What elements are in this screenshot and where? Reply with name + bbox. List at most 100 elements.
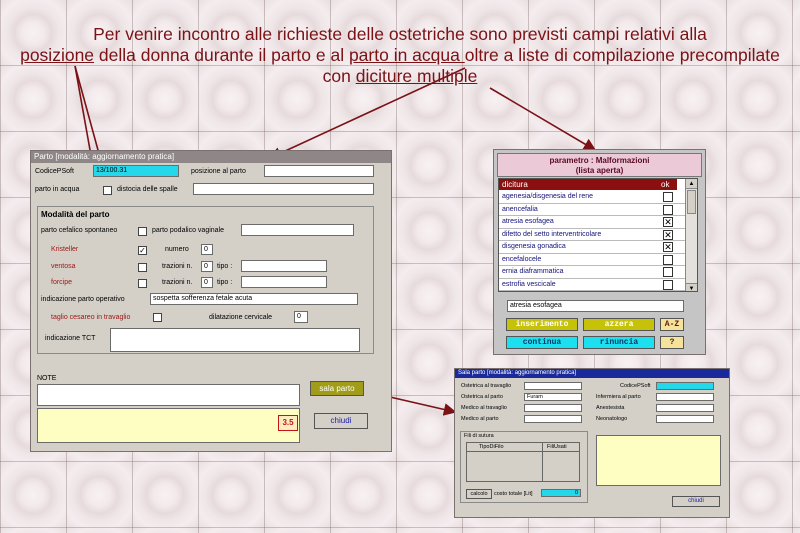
medico-travaglio-field[interactable] [524,404,582,412]
sala-notes-area[interactable] [596,435,721,486]
list-box[interactable]: dicitura ok ▲ ▼ agenesia/disgenesia del … [498,178,698,292]
list-item[interactable]: difetto del setto interventricolare ✕ [499,229,685,241]
costo-field[interactable]: 0 [541,489,581,497]
ventosa-checkbox[interactable] [138,263,147,272]
posizione-field[interactable] [264,165,374,177]
inserimento-button[interactable]: inserimento [506,318,578,331]
sala-parto-window: Sala parto [modalità: aggiornamento prat… [454,368,730,518]
fili-group: Fili di sutura TipoDiFilo FiliUsati calc… [460,431,588,503]
col-fili-usati: FiliUsati [547,444,567,450]
parto-window-title: Parto [modalità: aggiornamento pratica] [31,151,391,163]
codice-field[interactable]: 13/100.31 [93,165,179,177]
posizione-label: posizione al parto [191,168,246,175]
note-label: NOTE [37,375,57,382]
kristeller-label: Kristeller [51,246,79,253]
tct-field[interactable] [110,328,360,352]
forcipe-tipo-field[interactable] [241,276,327,288]
modalita-title: Modalità del parto [41,210,110,219]
forcipe-trazioni-label: trazioni n. [162,279,193,286]
az-sort-button[interactable]: A-Z [660,318,684,331]
selected-field[interactable]: atresia esofagea [507,300,684,312]
rinuncia-button[interactable]: rinuncia [583,336,655,349]
list-item[interactable]: agenesia/disgenesia del rene [499,191,685,204]
dilatazione-field[interactable]: 0 [294,311,308,323]
list-scrollbar[interactable]: ▲ ▼ [685,179,697,291]
forcipe-trazioni-field[interactable]: 0 [201,277,213,288]
azzera-button[interactable]: azzera [583,318,655,331]
ventosa-trazioni-label: trazioni n. [162,263,193,270]
forcipe-checkbox[interactable] [138,279,147,288]
parto-window: Parto [modalità: aggiornamento pratica] … [30,150,392,452]
dilatazione-label: dilatazione cervicale [209,314,273,321]
numero-field[interactable]: 0 [201,244,213,255]
neonatologo-label: Neonatologo [596,416,628,422]
ventosa-tipo-label: tipo : [217,263,233,270]
medico-parto-label: Medico al parto [461,416,499,422]
col-dicitura: dicitura [502,180,528,189]
sala-chiudi-button[interactable]: chiudi [672,496,720,507]
list-item-ok-checkbox[interactable] [663,267,673,277]
fili-label: Fili di sutura [464,433,494,439]
podalico-label: parto podalico vaginale [152,227,224,234]
list-item[interactable]: disgenesia gonadica ✕ [499,241,685,254]
list-item[interactable]: estrofia vescicale [499,279,685,291]
list-item-ok-checkbox[interactable] [663,192,673,202]
list-item-ok-checkbox[interactable]: ✕ [663,242,673,252]
list-item[interactable]: anencefalia [499,204,685,216]
list-header: dicitura ok [499,179,677,190]
ostetrica-parto-field[interactable]: Furam [524,393,582,401]
sala-parto-button[interactable]: sala parto [310,381,364,396]
cesareo-label: taglio cesareo in travaglio [51,314,131,321]
podalico-field[interactable] [241,224,354,236]
sala-codice-field[interactable] [656,382,714,390]
ventosa-trazioni-field[interactable]: 0 [201,261,213,272]
continua-button[interactable]: continua [506,336,578,349]
help-button[interactable]: ? [660,336,684,349]
codice-label: CodicePSoft [35,168,74,175]
anestesista-field[interactable] [656,404,714,412]
operativo-field[interactable]: sospetta sofferenza fetale acuta [150,293,358,305]
scroll-down-icon[interactable]: ▼ [686,283,697,291]
distocia-label: distocia delle spalle [117,186,178,193]
list-item[interactable]: ernia diaframmatica [499,266,685,279]
list-item-label: estrofia vescicale [502,280,556,288]
modalita-group: Modalità del parto parto cefalico sponta… [37,206,374,354]
chiudi-button[interactable]: chiudi [314,413,368,429]
cefalico-checkbox[interactable] [138,227,147,236]
neonatologo-field[interactable] [656,415,714,423]
list-item-ok-checkbox[interactable]: ✕ [663,229,673,240]
malformazioni-window: parametro : Malformazioni (lista aperta)… [493,149,706,355]
ventosa-label: ventosa [51,263,76,270]
scroll-thumb[interactable] [687,190,696,214]
medico-travaglio-label: Medico al travaglio [461,405,507,411]
kristeller-checkbox[interactable]: ✓ [138,246,147,255]
acqua-label: parto in acqua [35,186,80,193]
acqua-checkbox[interactable] [103,186,112,195]
cesareo-checkbox[interactable] [153,313,162,322]
list-item[interactable]: encefalocele [499,254,685,266]
ventosa-tipo-field[interactable] [241,260,327,272]
anestesista-label: Anestesista [596,405,625,411]
list-item-ok-checkbox[interactable] [663,254,673,265]
fili-table[interactable]: TipoDiFilo FiliUsati [466,442,580,482]
list-item-ok-checkbox[interactable]: ✕ [663,217,673,227]
list-title: parametro : Malformazioni (lista aperta) [497,153,702,177]
forcipe-label: forcipe [51,279,73,286]
note-field[interactable] [37,384,300,406]
travaglio-field[interactable] [524,382,582,390]
list-item-label: ernia diaframmatica [502,268,564,275]
operativo-label: indicazione parto operativo [41,296,125,303]
list-item-label: anencefalia [502,205,538,213]
distocia-field[interactable] [193,183,374,195]
infermiera-field[interactable] [656,393,714,401]
calcolo-button[interactable]: calcolo [466,489,492,499]
list-item[interactable]: atresia esofagea ✕ [499,216,685,229]
ostetrica-parto-label: Ostetrica al parto [461,394,503,400]
list-item-ok-checkbox[interactable] [663,204,673,215]
list-item-label: agenesia/disgenesia del rene [502,193,594,200]
scroll-up-icon[interactable]: ▲ [686,179,697,189]
medico-parto-field[interactable] [524,415,582,423]
badge-3-5: 3.5 [278,415,298,431]
note-area[interactable] [37,408,300,443]
list-item-ok-checkbox[interactable] [663,279,673,290]
